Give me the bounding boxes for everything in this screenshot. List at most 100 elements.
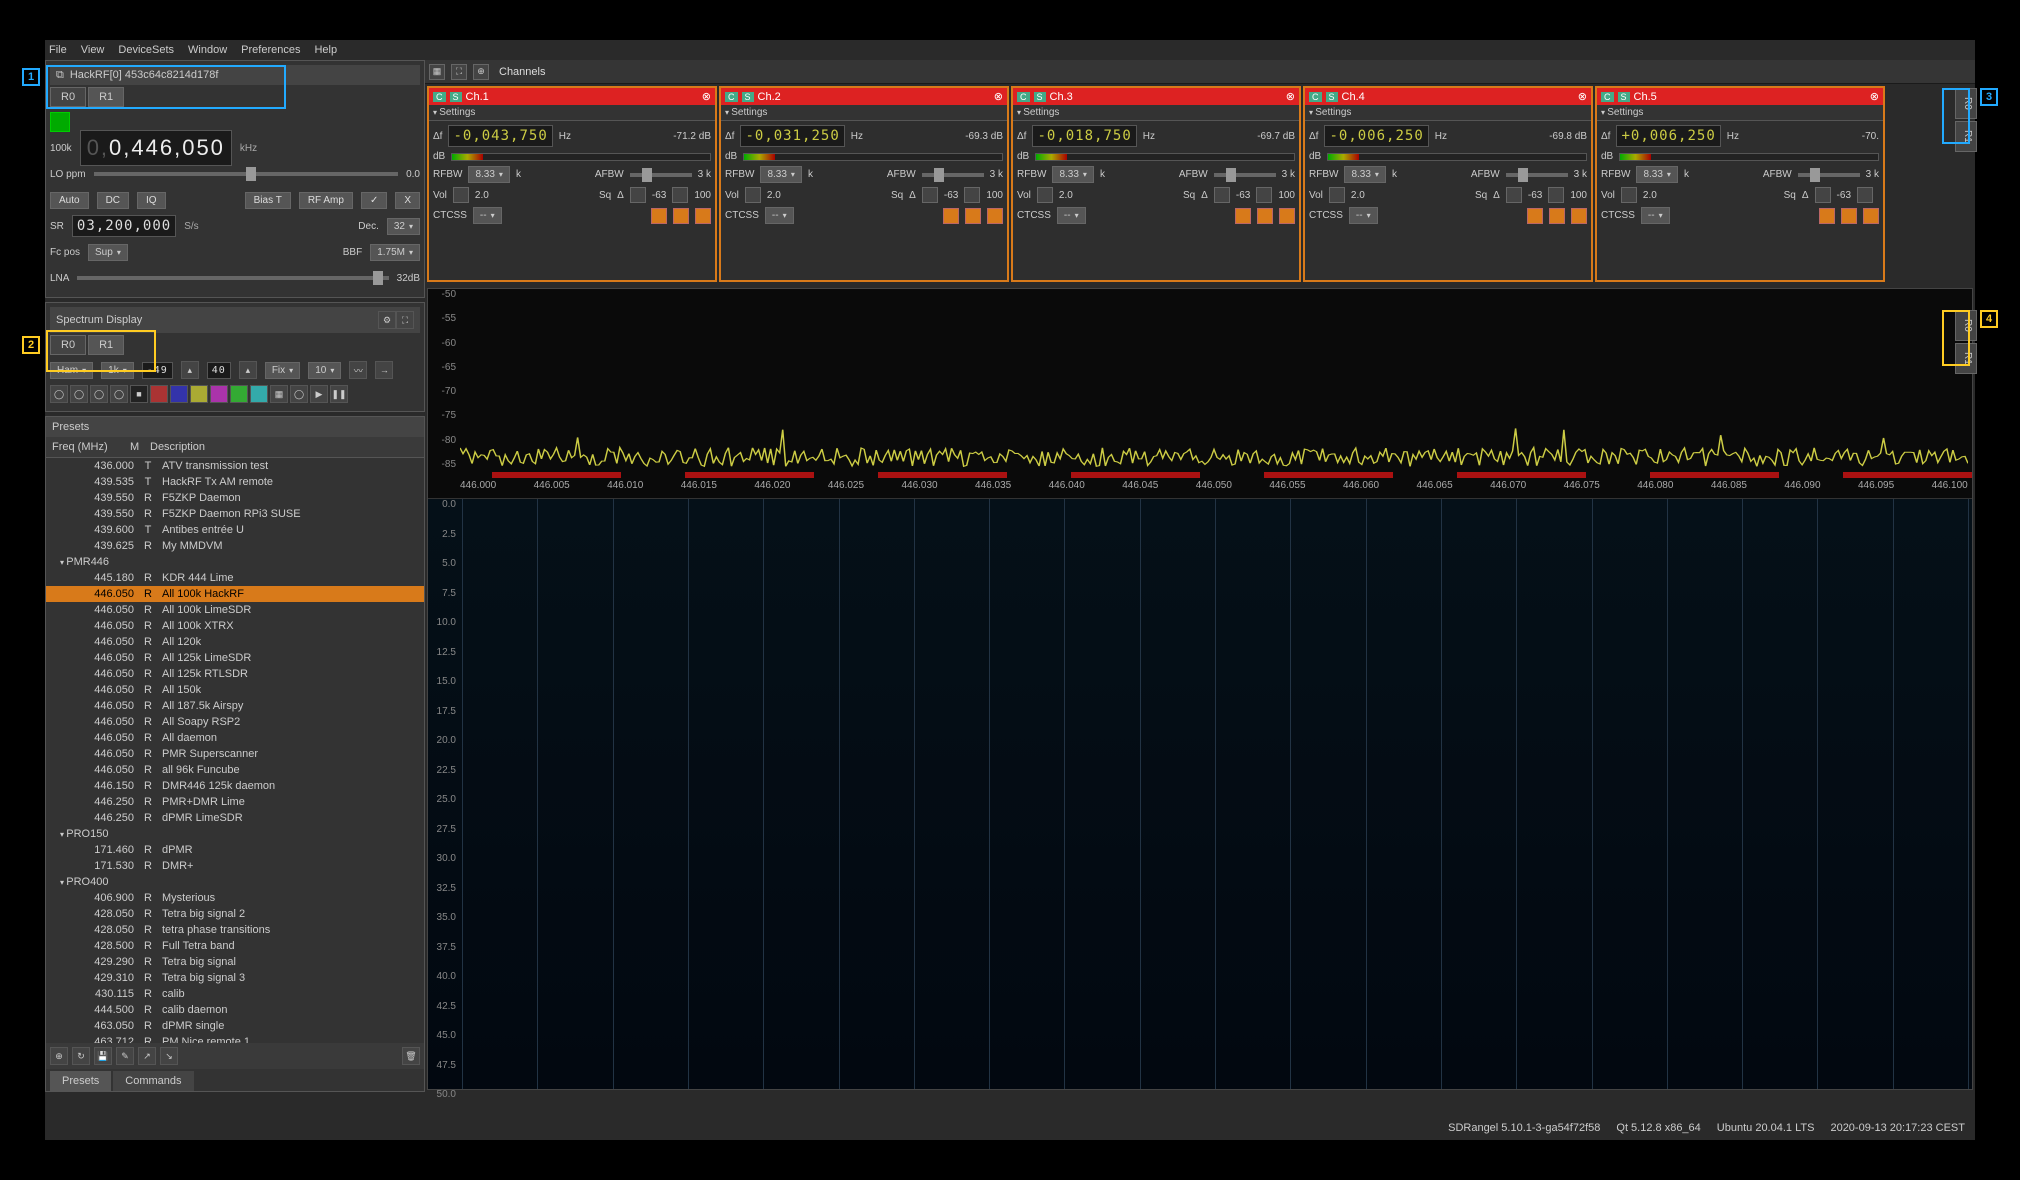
spectrum-expand-icon[interactable]: ⛶	[396, 311, 414, 329]
spectrum-settings-icon[interactable]: ⚙	[378, 311, 396, 329]
audio-icon[interactable]	[1235, 208, 1251, 224]
arrow-icon[interactable]: →	[375, 361, 393, 379]
preset-row[interactable]: 446.050RAll 100k LimeSDR	[46, 602, 424, 618]
dec-dropdown[interactable]: 32	[387, 218, 420, 235]
preset-add-icon[interactable]: ⊕	[50, 1047, 68, 1065]
ctcss-dropdown[interactable]: --	[765, 207, 794, 224]
preset-row[interactable]: 428.500RFull Tetra band	[46, 938, 424, 954]
afbw-slider[interactable]	[1214, 173, 1276, 177]
channel-header[interactable]: CSCh.4 ⊗	[1305, 88, 1591, 105]
spec-play-icon[interactable]: ▶	[310, 385, 328, 403]
audio-icon[interactable]	[1527, 208, 1543, 224]
fcpos-dropdown[interactable]: Sup	[88, 244, 128, 261]
auto-button[interactable]: Auto	[50, 192, 89, 209]
rfbw-dropdown[interactable]: 8.33	[1636, 166, 1677, 183]
preset-delete-icon[interactable]: 🗑	[402, 1047, 420, 1065]
spec-color-3[interactable]	[190, 385, 208, 403]
spec-color-2[interactable]	[170, 385, 188, 403]
spec-btn-4[interactable]: ◯	[110, 385, 128, 403]
channel-offset-freq[interactable]: +0,006,250	[1616, 125, 1720, 147]
spectrum-side-r1[interactable]: R1	[1955, 343, 1977, 374]
preset-row[interactable]: 446.050RAll 100k HackRF	[46, 586, 424, 602]
mute-icon[interactable]	[1549, 208, 1565, 224]
waterfall-plot[interactable]: 0.02.55.07.510.012.515.017.520.022.525.0…	[428, 499, 1972, 1089]
preset-row[interactable]: 446.050RAll Soapy RSP2	[46, 714, 424, 730]
spec-btn-1[interactable]: ◯	[50, 385, 68, 403]
rfbw-dropdown[interactable]: 8.33	[1344, 166, 1385, 183]
scope-icon[interactable]	[695, 208, 711, 224]
preset-edit-icon[interactable]: ✎	[116, 1047, 134, 1065]
preset-row[interactable]: 446.050RAll 125k RTLSDR	[46, 666, 424, 682]
spec-pause-icon[interactable]: ❚❚	[330, 385, 348, 403]
sq-knob-icon[interactable]	[1815, 187, 1831, 203]
ctcss-dropdown[interactable]: --	[1641, 207, 1670, 224]
close-icon[interactable]: ⊗	[1286, 90, 1295, 103]
spectrum-side-r0[interactable]: R0	[1955, 310, 1977, 341]
biast-button[interactable]: Bias T	[245, 192, 291, 209]
channel-offset-freq[interactable]: -0,031,250	[740, 125, 844, 147]
preset-row[interactable]: 171.460RdPMR	[46, 842, 424, 858]
rfamp-button[interactable]: RF Amp	[299, 192, 353, 209]
menu-help[interactable]: Help	[314, 44, 337, 56]
sq-knob-icon[interactable]	[1506, 187, 1522, 203]
channels-expand-icon[interactable]: ⛶	[451, 64, 467, 80]
afbw-slider[interactable]	[1798, 173, 1860, 177]
device-tab-r0[interactable]: R0	[50, 87, 86, 107]
spectrum-plot[interactable]: -50-55-60-65-70-75-80-85 446.000446.0054…	[428, 289, 1972, 499]
preset-row[interactable]: 439.600TAntibes entrée U	[46, 522, 424, 538]
channel-settings-toggle[interactable]: Settings	[1305, 105, 1591, 121]
preset-row[interactable]: 446.050RAll 100k XTRX	[46, 618, 424, 634]
scope-icon[interactable]	[1863, 208, 1879, 224]
audio-icon[interactable]	[651, 208, 667, 224]
fix-dropdown[interactable]: Fix	[265, 362, 300, 379]
preset-row[interactable]: 406.900RMysterious	[46, 890, 424, 906]
curve-icon[interactable]: 〰	[349, 361, 367, 379]
channel-header[interactable]: CSCh.5 ⊗	[1597, 88, 1883, 105]
vol-knob-icon[interactable]	[453, 187, 469, 203]
channel-settings-toggle[interactable]: Settings	[721, 105, 1007, 121]
preset-list[interactable]: 436.000TATV transmission test439.535THac…	[46, 458, 424, 1043]
lna-slider[interactable]	[77, 276, 388, 280]
rfbw-dropdown[interactable]: 8.33	[760, 166, 801, 183]
preset-row[interactable]: 439.550RF5ZKP Daemon RPi3 SUSE	[46, 506, 424, 522]
scope-icon[interactable]	[987, 208, 1003, 224]
channels-side-r0[interactable]: R0	[1955, 88, 1977, 119]
preset-row[interactable]: 428.050Rtetra phase transitions	[46, 922, 424, 938]
menu-devicesets[interactable]: DeviceSets	[118, 44, 174, 56]
ref-level[interactable]: -49	[142, 362, 173, 379]
sq2-knob-icon[interactable]	[1256, 187, 1272, 203]
scope-icon[interactable]	[1571, 208, 1587, 224]
spec-color-5[interactable]	[230, 385, 248, 403]
menu-file[interactable]: File	[49, 44, 67, 56]
spec-btn-5[interactable]: ■	[130, 385, 148, 403]
afbw-slider[interactable]	[1506, 173, 1568, 177]
center-freq-display[interactable]: 0,0,446,050	[80, 130, 232, 166]
spec-btn-2[interactable]: ◯	[70, 385, 88, 403]
preset-row[interactable]: 446.250RPMR+DMR Lime	[46, 794, 424, 810]
channel-offset-freq[interactable]: -0,006,250	[1324, 125, 1428, 147]
channel-offset-freq[interactable]: -0,018,750	[1032, 125, 1136, 147]
spectrum-tab-r1[interactable]: R1	[88, 335, 124, 355]
preset-row[interactable]: 446.050RAll 120k	[46, 634, 424, 650]
preset-group[interactable]: PRO400	[46, 874, 424, 890]
preset-row[interactable]: 439.535THackRF Tx AM remote	[46, 474, 424, 490]
preset-row[interactable]: 463.050RdPMR single	[46, 1018, 424, 1034]
audio-icon[interactable]	[1819, 208, 1835, 224]
channels-add-icon[interactable]: ⊕	[473, 64, 489, 80]
menu-view[interactable]: View	[81, 44, 105, 56]
fft-size-dropdown[interactable]: 1k	[101, 362, 134, 379]
range-level[interactable]: 40	[207, 362, 231, 379]
preset-row[interactable]: 171.530RDMR+	[46, 858, 424, 874]
preset-row[interactable]: 444.500Rcalib daemon	[46, 1002, 424, 1018]
run-button[interactable]	[50, 112, 70, 132]
loppm-slider[interactable]	[94, 172, 399, 176]
rfbw-dropdown[interactable]: 8.33	[1052, 166, 1093, 183]
preset-row[interactable]: 439.625RMy MMDVM	[46, 538, 424, 554]
preset-row[interactable]: 429.290RTetra big signal	[46, 954, 424, 970]
spec-btn-3[interactable]: ◯	[90, 385, 108, 403]
ref-up-icon[interactable]: ▴	[181, 361, 199, 379]
x-button[interactable]: X	[395, 192, 420, 209]
preset-save-icon[interactable]: 💾	[94, 1047, 112, 1065]
sq2-knob-icon[interactable]	[1857, 187, 1873, 203]
spec-grid-icon[interactable]: ▦	[270, 385, 288, 403]
